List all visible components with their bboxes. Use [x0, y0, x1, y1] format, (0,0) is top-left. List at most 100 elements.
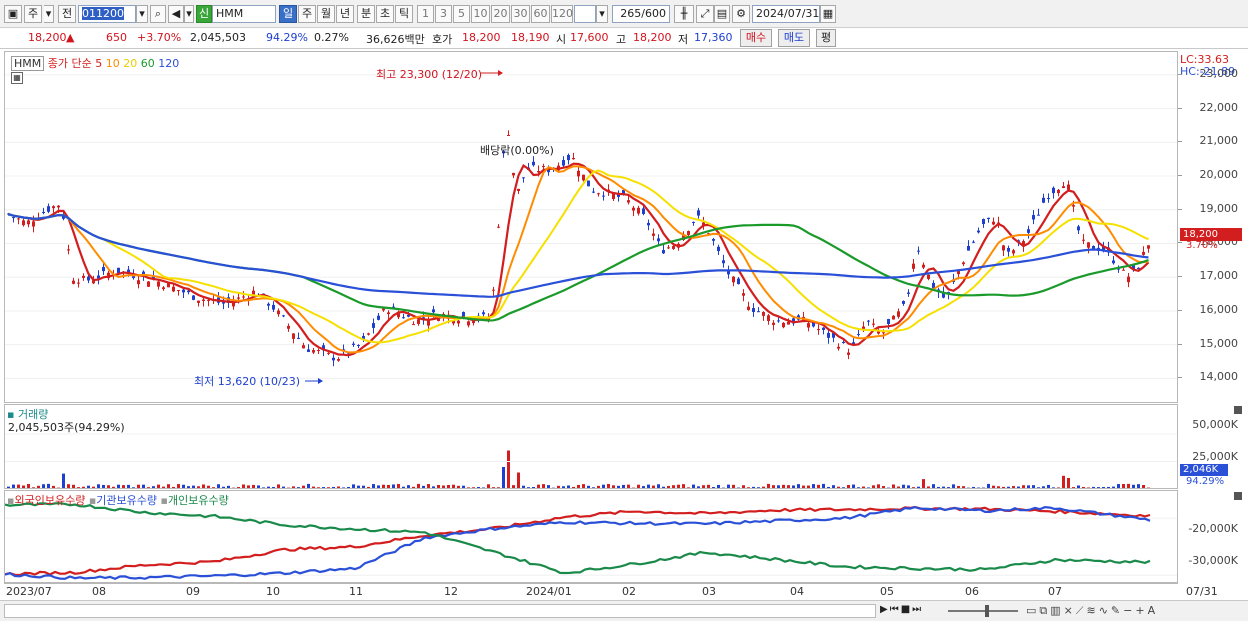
candle-body [32, 221, 35, 227]
timeframe-month-button[interactable]: 월 [317, 5, 335, 23]
font-icon[interactable]: A [1148, 604, 1159, 617]
speaker-dropdown-icon[interactable]: ▾ [184, 5, 194, 23]
timeframe-week-button[interactable]: 주 [298, 5, 316, 23]
scroll-right-icon[interactable]: ▶ [880, 604, 890, 615]
volume-bar [932, 484, 935, 488]
toolbar: ▣ 주 ▾ 전 011200 ▾ ⌕ ◀ ▾ 신 HMM 일 주 월 년 분 초… [0, 0, 1248, 28]
price-level-label: 19,000 [1199, 201, 1239, 215]
volume-bar [172, 486, 175, 488]
trade-amount: 36,626백만 [366, 33, 425, 46]
buy-button[interactable]: 매수 [740, 29, 772, 47]
candle-body [697, 210, 700, 216]
candle-body [87, 276, 90, 281]
timeframe-second-button[interactable]: 초 [376, 5, 394, 23]
layout-icon[interactable]: ▭ [1026, 604, 1039, 617]
candle-body [692, 221, 695, 223]
candle-body [272, 304, 275, 310]
zoom-out-icon[interactable]: − [1123, 604, 1135, 617]
volume-bar [737, 487, 740, 488]
interval-custom-input[interactable] [574, 5, 596, 23]
display-count-field[interactable]: 265/600 [612, 5, 670, 23]
stock-code-dropdown-icon[interactable]: ▾ [136, 5, 148, 23]
timeframe-minute-button[interactable]: 분 [357, 5, 375, 23]
volume-close-icon[interactable] [1234, 406, 1242, 414]
search-icon[interactable]: ⌕ [150, 5, 166, 23]
volume-bar [32, 487, 35, 488]
zoom-slider[interactable] [948, 610, 1018, 612]
price-level-tick [1178, 107, 1182, 109]
horizontal-scrollbar[interactable] [4, 604, 876, 618]
candle-body [1062, 186, 1065, 189]
candle-body [582, 174, 585, 181]
evaluate-button[interactable]: 평 [816, 29, 836, 47]
crosshair-icon[interactable]: ⨯ [1064, 604, 1076, 617]
first-page-icon[interactable]: ⏮ [890, 604, 901, 615]
candle-body [292, 333, 295, 339]
candle-body [202, 299, 205, 301]
timeframe-year-button[interactable]: 년 [336, 5, 354, 23]
drawing-tool-icon[interactable]: ⤢ [696, 5, 714, 23]
interval-5-button[interactable]: 5 [453, 5, 470, 23]
volume-bar [712, 487, 715, 488]
timeframe-day-button[interactable]: 일 [279, 5, 297, 23]
stop-icon[interactable]: ■ [901, 604, 912, 615]
price-level-tick [1178, 242, 1182, 244]
volume-bar [547, 485, 550, 488]
volume-bar [1007, 486, 1010, 488]
interval-1-button[interactable]: 1 [417, 5, 434, 23]
interval-3-button[interactable]: 3 [435, 5, 452, 23]
pencil-icon[interactable]: ✎ [1111, 604, 1123, 617]
price-pane[interactable]: HMM 종가 단순 5 10 20 60 120 ▦ 최고 23,300 (12… [4, 51, 1178, 403]
interval-60-button[interactable]: 60 [531, 5, 550, 23]
quote-bar: 18,200 ▲ 650 +3.70% 2,045,503 94.29% 0.2… [0, 28, 1248, 49]
volume-pane[interactable]: ▪ 거래량 2,045,503주(94.29%) [4, 404, 1178, 489]
interval-120-button[interactable]: 120 [551, 5, 573, 23]
timeframe-tick-button[interactable]: 틱 [395, 5, 413, 23]
volume-bar [482, 487, 485, 488]
period-dropdown-icon[interactable]: ▾ [44, 5, 54, 23]
holding-pane[interactable]: ▪외국인보유수량 ▪기관보유수량 ▪개인보유수량 [4, 490, 1178, 583]
candle-body [497, 226, 500, 228]
prev-button[interactable]: 전 [58, 5, 76, 23]
date-field[interactable]: 2024/07/31 [752, 5, 820, 23]
volume-bar [357, 485, 360, 488]
calendar-icon[interactable]: ▦ [820, 5, 836, 23]
table-view-icon[interactable]: ▦ [11, 72, 23, 84]
save-icon[interactable]: ▤ [714, 5, 730, 23]
legend-individual: 개인보유수량 [167, 494, 229, 507]
volume-bar [82, 486, 85, 488]
volume-bar [77, 487, 80, 488]
stock-name-field[interactable]: HMM [212, 5, 276, 23]
interval-dropdown-icon[interactable]: ▾ [596, 5, 608, 23]
interval-20-button[interactable]: 20 [491, 5, 510, 23]
volume-ratio: 94.29% [266, 31, 308, 44]
period-button[interactable]: 주 [24, 5, 42, 23]
volume-bar [117, 484, 120, 488]
copy-icon[interactable]: ⧉ [1039, 604, 1050, 617]
zoom-in-icon[interactable]: + [1135, 604, 1147, 617]
sell-button[interactable]: 매도 [778, 29, 810, 47]
holding-close-icon[interactable] [1234, 492, 1242, 500]
volume-bar [392, 484, 395, 488]
candle-body [482, 312, 485, 315]
volume-bar [867, 487, 870, 488]
trendline-icon[interactable]: ⟋ [1076, 604, 1087, 617]
split-icon[interactable]: ▥ [1050, 604, 1063, 617]
window-menu-icon[interactable]: ▣ [4, 5, 22, 23]
zoom-slider-handle[interactable] [985, 605, 989, 617]
gear-icon[interactable]: ⚙ [732, 5, 750, 23]
fib-icon[interactable]: ≋ [1086, 604, 1098, 617]
volume-bar [922, 479, 925, 488]
time-axis-label: 04 [790, 585, 804, 598]
interval-10-button[interactable]: 10 [471, 5, 490, 23]
volume-bar [227, 485, 230, 488]
candle-type-icon[interactable]: ╫ [674, 5, 694, 23]
volume-bar [1067, 478, 1070, 488]
last-page-icon[interactable]: ⏭ [912, 604, 923, 615]
volume-bar [597, 485, 600, 488]
wave-icon[interactable]: ∿ [1099, 604, 1111, 617]
interval-30-button[interactable]: 30 [511, 5, 530, 23]
speaker-icon[interactable]: ◀ [168, 5, 184, 23]
volume-bar [872, 485, 875, 488]
stock-code-input[interactable]: 011200 [78, 5, 136, 23]
